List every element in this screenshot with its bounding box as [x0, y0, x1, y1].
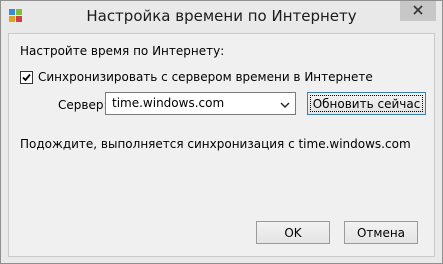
server-combobox[interactable]: time.windows.com — [105, 92, 296, 115]
chevron-down-icon[interactable] — [280, 99, 290, 109]
dialog-content: Настройте время по Интернету: Синхронизи… — [8, 33, 435, 257]
sync-checkbox-row[interactable]: Синхронизировать с сервером времени в Ин… — [20, 70, 373, 84]
checkmark-icon — [22, 73, 31, 81]
sync-checkbox-label: Синхронизировать с сервером времени в Ин… — [38, 70, 373, 84]
settings-header: Настройте время по Интернету: — [20, 44, 225, 58]
sync-status-text: Подождите, выполняется синхронизация с t… — [20, 137, 411, 151]
server-label: Сервер: — [58, 98, 108, 112]
dialog-window: Настройка времени по Интернету Настройте… — [0, 0, 443, 264]
cancel-button[interactable]: Отмена — [344, 221, 418, 244]
server-value: time.windows.com — [112, 96, 225, 110]
update-now-button[interactable]: Обновить сейчас — [307, 92, 426, 115]
close-button[interactable] — [400, 1, 436, 21]
sync-checkbox[interactable] — [20, 70, 33, 84]
title-bar: Настройка времени по Интернету — [1, 1, 442, 34]
window-title: Настройка времени по Интернету — [86, 7, 357, 25]
ok-button[interactable]: OK — [256, 221, 330, 244]
close-icon — [413, 4, 423, 18]
